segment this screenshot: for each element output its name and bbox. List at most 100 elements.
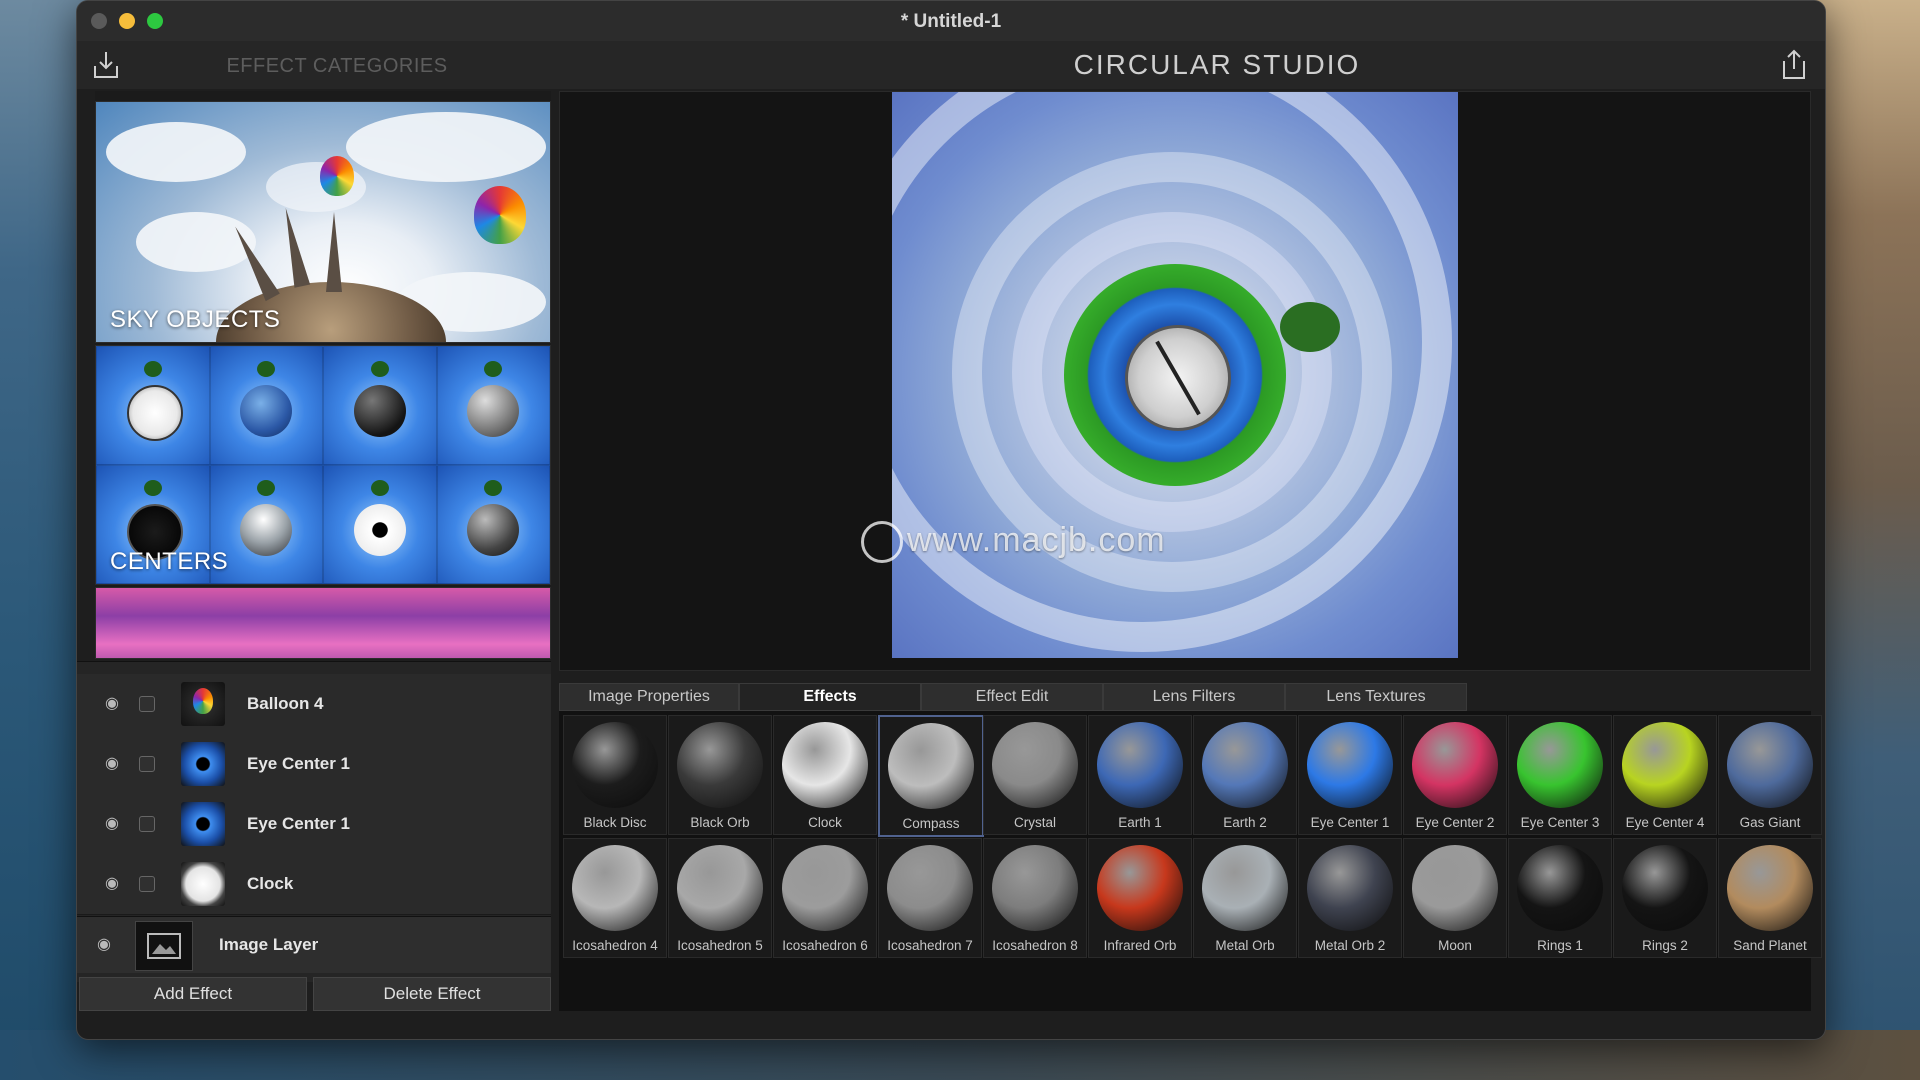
effect-thumbnail-icon <box>1097 845 1183 931</box>
tab-effects[interactable]: Effects <box>739 683 921 711</box>
effect-label: Crystal <box>1013 815 1056 830</box>
effect-thumbnail-icon <box>887 845 973 931</box>
clock-icon <box>181 862 225 906</box>
effect-buttons: Add Effect Delete Effect <box>77 977 551 1011</box>
tab-image-properties[interactable]: Image Properties <box>559 683 739 711</box>
tab-lens-textures[interactable]: Lens Textures <box>1285 683 1467 711</box>
effect-label: Eye Center 2 <box>1415 815 1495 830</box>
layer-checkbox[interactable] <box>139 816 155 832</box>
effect-thumbnail-icon <box>992 845 1078 931</box>
effect-tile[interactable]: Compass <box>878 715 984 837</box>
effect-tile[interactable]: Earth 1 <box>1088 715 1192 835</box>
layer-checkbox[interactable] <box>139 756 155 772</box>
effect-label: Icosahedron 4 <box>572 938 658 953</box>
compass-icon <box>1125 325 1231 431</box>
effect-tile[interactable]: Icosahedron 7 <box>878 838 982 958</box>
effect-thumbnail-icon <box>1517 845 1603 931</box>
effect-tile[interactable]: Gas Giant <box>1718 715 1822 835</box>
preview-canvas[interactable] <box>559 91 1811 671</box>
effect-label: Metal Orb <box>1215 938 1275 953</box>
category-label: CENTERS <box>110 548 229 575</box>
layer-row[interactable]: ◉ Clock <box>77 854 551 915</box>
effect-label: Rings 2 <box>1642 938 1688 953</box>
category-centers[interactable]: CENTERS <box>95 345 551 585</box>
effect-label: Icosahedron 6 <box>782 938 868 953</box>
icosahedron-icon <box>467 385 520 438</box>
effect-tile[interactable]: Black Orb <box>668 715 772 835</box>
effect-label: Gas Giant <box>1739 815 1801 830</box>
category-panel: SKY OBJECTS CENTERS <box>95 91 551 659</box>
effect-tile[interactable]: Metal Orb 2 <box>1298 838 1402 958</box>
delete-effect-button[interactable]: Delete Effect <box>313 977 551 1011</box>
layer-checkbox[interactable] <box>139 696 155 712</box>
eye-center-icon <box>181 802 225 846</box>
effect-thumbnail-icon <box>888 723 974 809</box>
effect-tile[interactable]: Eye Center 2 <box>1403 715 1507 835</box>
effect-label: Compass <box>902 816 960 831</box>
window-title: * Untitled-1 <box>900 11 1002 32</box>
effect-label: Metal Orb 2 <box>1314 938 1386 953</box>
effect-tile[interactable]: Black Disc <box>563 715 667 835</box>
black-orb-icon <box>353 385 406 438</box>
effect-tile[interactable]: Metal Orb <box>1193 838 1297 958</box>
tiny-planet-preview <box>892 92 1458 658</box>
layer-row[interactable]: ◉ Eye Center 1 <box>77 794 551 855</box>
tab-lens-filters[interactable]: Lens Filters <box>1103 683 1285 711</box>
effect-label: Icosahedron 7 <box>887 938 973 953</box>
effect-tile[interactable]: Icosahedron 4 <box>563 838 667 958</box>
image-placeholder-icon <box>135 921 193 971</box>
effect-tile[interactable]: Rings 2 <box>1613 838 1717 958</box>
tree-icon <box>1280 302 1340 352</box>
layer-row[interactable]: ◉ Balloon 4 <box>77 674 551 735</box>
app-window: * Untitled-1 EFFECT CATEGORIES CIRCULAR … <box>76 0 1826 1040</box>
effect-tile[interactable]: Clock <box>773 715 877 835</box>
clock-icon <box>126 385 183 442</box>
tab-effect-edit[interactable]: Effect Edit <box>921 683 1103 711</box>
effect-thumbnail-icon <box>572 722 658 808</box>
layer-name: Eye Center 1 <box>247 754 350 773</box>
effect-tile[interactable]: Infrared Orb <box>1088 838 1192 958</box>
balloon-icon <box>181 682 225 726</box>
visibility-eye-icon[interactable]: ◉ <box>103 815 121 833</box>
effect-thumbnail-icon <box>572 845 658 931</box>
effect-label: Eye Center 4 <box>1625 815 1705 830</box>
add-effect-button[interactable]: Add Effect <box>79 977 307 1011</box>
effect-thumbnail-icon <box>1097 722 1183 808</box>
category-third[interactable] <box>95 587 551 659</box>
effect-tile[interactable]: Eye Center 3 <box>1508 715 1612 835</box>
effect-thumbnail-icon <box>1727 845 1813 931</box>
effect-tile[interactable]: Icosahedron 8 <box>983 838 1087 958</box>
effect-thumbnail-icon <box>782 722 868 808</box>
visibility-eye-icon[interactable]: ◉ <box>95 936 113 954</box>
effect-tile[interactable]: Crystal <box>983 715 1087 835</box>
effect-tile[interactable]: Icosahedron 6 <box>773 838 877 958</box>
effect-thumbnail-icon <box>1202 845 1288 931</box>
effect-thumbnail-icon <box>1622 722 1708 808</box>
effect-tile[interactable]: Sand Planet <box>1718 838 1822 958</box>
import-tray-icon[interactable] <box>89 49 123 81</box>
visibility-eye-icon[interactable]: ◉ <box>103 695 121 713</box>
effect-label: Earth 2 <box>1223 815 1267 830</box>
balloon-icon <box>474 186 526 244</box>
layer-checkbox[interactable] <box>139 876 155 892</box>
effect-tile[interactable]: Eye Center 1 <box>1298 715 1402 835</box>
share-icon[interactable] <box>1777 49 1811 81</box>
title-bar: * Untitled-1 <box>77 1 1825 42</box>
layer-row[interactable]: ◉ Eye Center 1 <box>77 734 551 795</box>
effect-thumbnail-icon <box>1412 845 1498 931</box>
category-sky-objects[interactable]: SKY OBJECTS <box>95 101 551 343</box>
effect-label: Sand Planet <box>1733 938 1807 953</box>
effect-tile[interactable]: Rings 1 <box>1508 838 1612 958</box>
effect-tile[interactable]: Earth 2 <box>1193 715 1297 835</box>
effect-label: Moon <box>1438 938 1472 953</box>
effect-tile[interactable]: Moon <box>1403 838 1507 958</box>
visibility-eye-icon[interactable]: ◉ <box>103 755 121 773</box>
effect-tile[interactable]: Eye Center 4 <box>1613 715 1717 835</box>
image-layer-row[interactable]: ◉ Image Layer <box>77 916 551 973</box>
layer-name: Image Layer <box>219 935 319 954</box>
visibility-eye-icon[interactable]: ◉ <box>103 875 121 893</box>
effect-tile[interactable]: Icosahedron 5 <box>668 838 772 958</box>
effect-thumbnail-icon <box>1622 845 1708 931</box>
app-title: CIRCULAR STUDIO <box>1073 49 1361 80</box>
effect-thumbnail-icon <box>1202 722 1288 808</box>
